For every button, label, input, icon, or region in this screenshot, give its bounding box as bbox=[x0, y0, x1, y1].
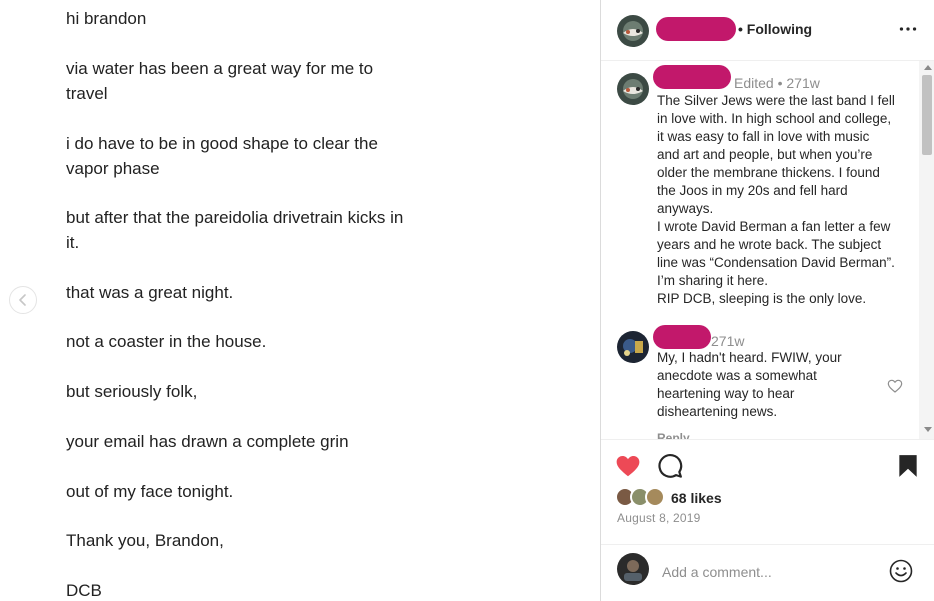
scrollbar-thumb[interactable] bbox=[922, 75, 932, 155]
avatar-image bbox=[617, 553, 649, 585]
comment-text: line was “Condensation David Berman”. bbox=[657, 255, 895, 270]
post-actions: 68 likes August 8, 2019 bbox=[601, 439, 934, 544]
chevron-left-icon bbox=[19, 294, 26, 306]
comment-text: anecdote was a somewhat bbox=[657, 368, 817, 383]
redacted-username bbox=[653, 65, 731, 89]
letter-line: but after that the pareidolia drivetrain… bbox=[66, 208, 404, 227]
scroll-up-arrow-icon[interactable] bbox=[924, 65, 932, 70]
liked-heart-icon[interactable] bbox=[615, 453, 641, 479]
liker-avatar[interactable] bbox=[645, 487, 665, 507]
redacted-username bbox=[656, 17, 736, 41]
comment-text: I’m sharing it here. bbox=[657, 273, 769, 288]
letter-line: your email has drawn a complete grin bbox=[66, 432, 349, 451]
letter-line: hi brandon bbox=[66, 9, 147, 28]
letter-line: that was a great night. bbox=[66, 283, 234, 302]
likes-count[interactable]: 68 likes bbox=[671, 490, 722, 506]
comments-scrollbar[interactable] bbox=[919, 61, 934, 439]
letter-line: i do have to be in good shape to clear t… bbox=[66, 134, 378, 153]
avatar-image bbox=[617, 73, 649, 105]
emoji-icon[interactable] bbox=[888, 558, 914, 584]
comment-text: The Silver Jews were the last band I fel… bbox=[657, 93, 895, 108]
more-options-icon[interactable] bbox=[897, 18, 919, 40]
letter-line: Thank you, Brandon, bbox=[66, 531, 224, 550]
comment-text: and art and people, but when you’re bbox=[657, 147, 873, 162]
post-date: August 8, 2019 bbox=[617, 511, 701, 525]
letter-line: DCB bbox=[66, 581, 102, 600]
avatar[interactable] bbox=[617, 331, 649, 363]
avatar[interactable] bbox=[617, 15, 649, 47]
reply-button[interactable]: Reply bbox=[657, 431, 690, 439]
avatar-image bbox=[617, 15, 649, 47]
comments-list: Edited • 271w The Silver Jews were the l… bbox=[601, 61, 934, 439]
avatar bbox=[617, 553, 649, 585]
following-label[interactable]: • Following bbox=[738, 21, 812, 37]
scroll-down-arrow-icon[interactable] bbox=[924, 427, 932, 432]
comment-text: anyways. bbox=[657, 201, 714, 216]
letter-line: via water has been a great way for me to bbox=[66, 59, 374, 78]
saved-bookmark-icon[interactable] bbox=[895, 453, 921, 479]
comment-bubble-icon[interactable] bbox=[657, 453, 683, 479]
avatar[interactable] bbox=[617, 73, 649, 105]
comment-text: in love with. In high school and college… bbox=[657, 111, 892, 126]
comment-text: it was easy to fall in love with music bbox=[657, 129, 870, 144]
letter-line: it. bbox=[66, 233, 80, 252]
redacted-username bbox=[653, 325, 711, 349]
comment-text: My, I hadn't heard. FWIW, your bbox=[657, 350, 842, 365]
comment-text: heartening way to hear bbox=[657, 386, 795, 401]
post-header: • Following bbox=[601, 0, 934, 61]
letter-line: out of my face tonight. bbox=[66, 482, 234, 501]
comment-text: I wrote David Berman a fan letter a few bbox=[657, 219, 891, 234]
add-comment-bar bbox=[601, 544, 934, 601]
like-comment-heart-icon[interactable] bbox=[887, 378, 903, 394]
comment-text: disheartening news. bbox=[657, 404, 778, 419]
comment-text: older the membrane thickens. I found bbox=[657, 165, 880, 180]
post-panel: • Following Edited • 271w The Silver Jew… bbox=[600, 0, 934, 601]
letter-image: hi brandon via water has been a great wa… bbox=[0, 0, 600, 601]
comment-meta: 271w bbox=[711, 333, 745, 349]
comment-text: years and he wrote back. The subject bbox=[657, 237, 882, 252]
previous-button[interactable] bbox=[9, 286, 37, 314]
comment-text: the Joos in my 20s and fell hard bbox=[657, 183, 848, 198]
comment-text: RIP DCB, sleeping is the only love. bbox=[657, 291, 867, 306]
add-comment-input[interactable] bbox=[662, 561, 882, 583]
letter-line: not a coaster in the house. bbox=[66, 332, 267, 351]
avatar-image bbox=[617, 331, 649, 363]
letter-line: travel bbox=[66, 84, 108, 103]
letter-line: but seriously folk, bbox=[66, 382, 198, 401]
letter-line: vapor phase bbox=[66, 159, 160, 178]
comment-meta: Edited • 271w bbox=[734, 75, 820, 91]
